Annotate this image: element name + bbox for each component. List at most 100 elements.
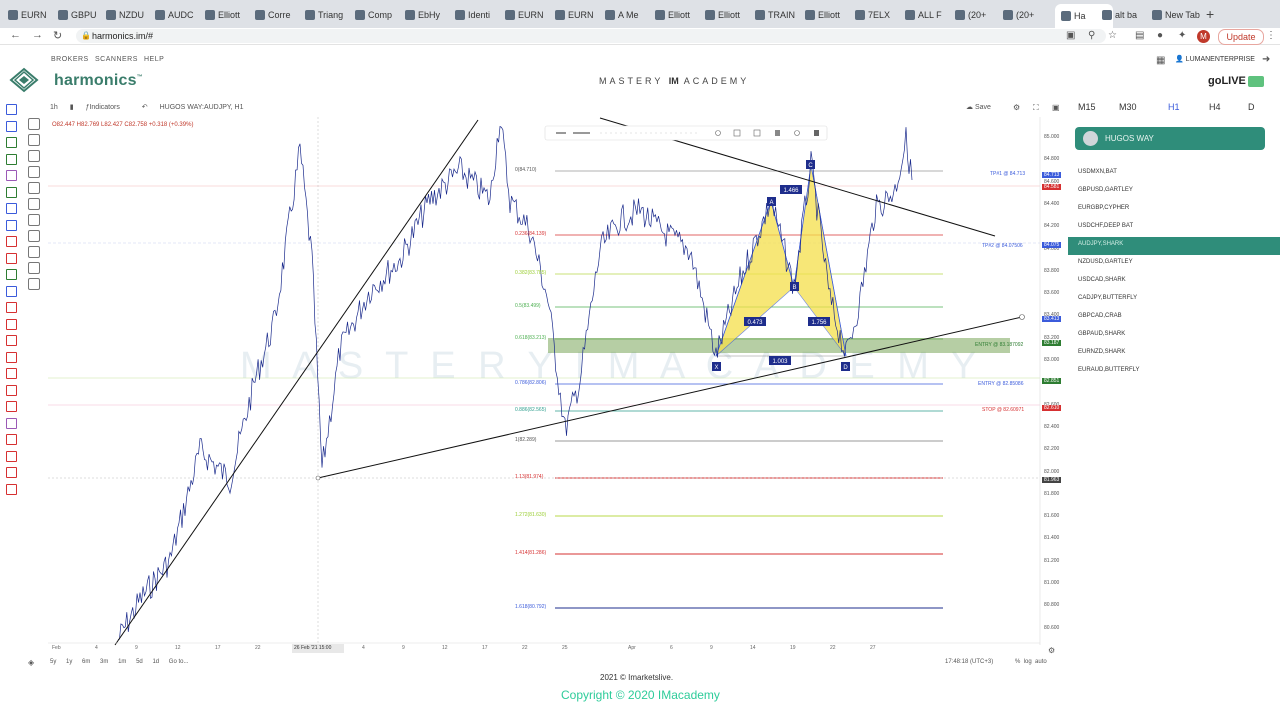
time-tick-label: 4	[95, 645, 98, 651]
range-1d[interactable]: 1d	[152, 659, 159, 665]
price-tick-label: 81.200	[1044, 557, 1060, 564]
time-tick-label: 22	[255, 645, 261, 651]
pattern-pair-item[interactable]: GBPCAD,CRAB	[1068, 309, 1280, 327]
range-6m[interactable]: 6m	[82, 659, 90, 665]
trade-level-label: ENTRY @ 82.85086	[978, 381, 1024, 387]
ratio-ac-label: 1.466	[783, 188, 799, 194]
pattern-pair-item[interactable]: NZDUSD,GARTLEY	[1068, 255, 1280, 273]
price-tick-label: 83.000	[1044, 357, 1060, 363]
range-1m[interactable]: 1m	[118, 659, 126, 665]
range-5d[interactable]: 5d	[136, 659, 143, 665]
chart-settings-gear-icon[interactable]: ⚙	[1048, 646, 1055, 655]
price-tick-label: 81.000	[1044, 580, 1060, 586]
time-tick-label: 22	[522, 645, 528, 651]
time-tick-label: 12	[442, 645, 448, 651]
source-credit: 2021 © Imarketslive.	[600, 673, 674, 682]
timeframe-m30[interactable]: M30	[1119, 102, 1137, 112]
fib-level-label: 0(84.710)	[515, 167, 537, 173]
auto-toggle[interactable]: auto	[1035, 659, 1047, 665]
range-3m[interactable]: 3m	[100, 659, 108, 665]
trade-level-label: TP#2 @ 84.07506	[982, 243, 1023, 249]
trade-level-label: TP#1 @ 84.713	[990, 171, 1026, 177]
price-tick-label: 82.400	[1044, 423, 1060, 430]
trade-level-label: ENTRY @ 83.187092	[975, 342, 1024, 348]
trendline-handle[interactable]	[1019, 314, 1025, 320]
timeframe-h1[interactable]: H1	[1168, 102, 1180, 112]
pattern-pair-item[interactable]: EURNZD,SHARK	[1068, 345, 1280, 363]
fib-level-label: 1(82.289)	[515, 437, 537, 443]
time-tick-label: 27	[870, 645, 876, 651]
point-x-label: X	[714, 365, 718, 371]
price-tick-label: 85.000	[1044, 134, 1060, 140]
ratio-xd-label: 1.003	[772, 359, 788, 365]
broker-hugos-way-button[interactable]: HUGOS WAY	[1075, 127, 1265, 150]
price-tick-label: 84.800	[1044, 156, 1060, 163]
range-1y[interactable]: 1y	[66, 659, 72, 665]
percent-toggle[interactable]: %	[1015, 659, 1020, 665]
entry-zone	[548, 338, 1010, 353]
price-badge: 83.187	[1042, 340, 1062, 346]
pattern-pair-item[interactable]: EURAUD,BUTTERFLY	[1068, 363, 1280, 381]
fib-level-label: 0.618(83.213)	[515, 335, 547, 341]
goto-button[interactable]: Go to...	[169, 659, 189, 665]
price-tick-label: 83.600	[1044, 290, 1060, 297]
ratio-bd-label: 1.756	[811, 320, 827, 326]
price-badge: 84.581	[1042, 184, 1062, 190]
price-tick-label: 83.800	[1044, 267, 1060, 274]
price-tick-label: 81.600	[1044, 513, 1060, 520]
time-tick-label: 9	[402, 645, 405, 651]
price-tick-label: 80.600	[1044, 624, 1060, 631]
time-tick-label: 19	[790, 645, 796, 651]
compare-icon[interactable]: ◈	[28, 658, 34, 667]
point-a-label: A	[769, 200, 773, 206]
pattern-pair-item[interactable]: USDCAD,SHARK	[1068, 273, 1280, 291]
time-tick-label: 26 Feb '21 15:00	[294, 645, 332, 651]
fib-level-label: 0.5(83.499)	[515, 303, 541, 309]
time-tick-label: 4	[362, 645, 365, 651]
range-5y[interactable]: 5y	[50, 659, 56, 665]
price-badge: 81.963	[1042, 477, 1062, 483]
time-tick-label: 9	[135, 645, 138, 651]
time-tick-label: 22	[830, 645, 836, 651]
pattern-pair-item[interactable]: GBPUSD,GARTLEY	[1068, 183, 1280, 201]
price-tick-label: 80.800	[1044, 602, 1060, 609]
timeframe-d[interactable]: D	[1248, 102, 1255, 112]
pattern-xab-triangle	[715, 199, 795, 357]
fib-level-label: 1.618(80.792)	[515, 604, 547, 610]
time-tick-label: 17	[482, 645, 488, 651]
timeframe-h4[interactable]: H4	[1209, 102, 1221, 112]
fib-level-label: 0.786(82.806)	[515, 380, 547, 386]
pattern-pair-item[interactable]: EURGBP,CYPHER	[1068, 201, 1280, 219]
pattern-pair-list: USDMXN,BAT GBPUSD,GARTLEY EURGBP,CYPHER USD…	[1068, 165, 1280, 381]
price-axis[interactable]: 85.000 84.800 84.600 84.400 84.200 84.000 83.8…	[1040, 128, 1068, 643]
price-tick-label: 82.200	[1044, 446, 1060, 453]
point-d-label: D	[843, 365, 848, 371]
fibonacci-levels	[555, 170, 943, 609]
timeframe-m15[interactable]: M15	[1078, 102, 1096, 112]
range-bar: 5y 1y 6m 3m 1m 5d 1d Go to...	[50, 659, 196, 665]
price-tick-label: 82.000	[1044, 468, 1060, 475]
broker-avatar-icon	[1083, 131, 1098, 146]
time-tick-label: 12	[175, 645, 181, 651]
ratio-xb-label: 0.473	[747, 320, 763, 326]
time-tick-label: Feb	[52, 645, 61, 651]
time-tick-label: 17	[215, 645, 221, 651]
log-toggle[interactable]: log	[1024, 659, 1032, 665]
pattern-pair-item[interactable]: AUDJPY,SHARK	[1068, 237, 1280, 255]
pattern-pair-item[interactable]: GBPAUD,SHARK	[1068, 327, 1280, 345]
price-tick-label: 84.200	[1044, 223, 1060, 230]
price-badge: 84.713	[1042, 172, 1062, 178]
floating-drawing-toolbar[interactable]	[544, 125, 828, 141]
fib-level-label: 1.272(81.630)	[515, 512, 547, 518]
time-tick-label: 14	[750, 645, 756, 651]
price-tick-label: 81.400	[1044, 535, 1060, 542]
pattern-pair-item[interactable]: USDMXN,BAT	[1068, 165, 1280, 183]
pattern-pair-item[interactable]: CADJPY,BUTTERFLY	[1068, 291, 1280, 309]
chart-clock: 17:48:18 (UTC+3)	[945, 659, 994, 665]
price-tick-label: 81.800	[1044, 490, 1060, 497]
pattern-pair-item[interactable]: USDCHF,DEEP BAT	[1068, 219, 1280, 237]
fib-level-label: 0.236(84.139)	[515, 231, 547, 237]
fib-level-label: 0.886(82.565)	[515, 407, 547, 413]
point-b-label: B	[792, 285, 796, 291]
copyright-text: Copyright © 2020 IMacademy	[561, 688, 720, 702]
